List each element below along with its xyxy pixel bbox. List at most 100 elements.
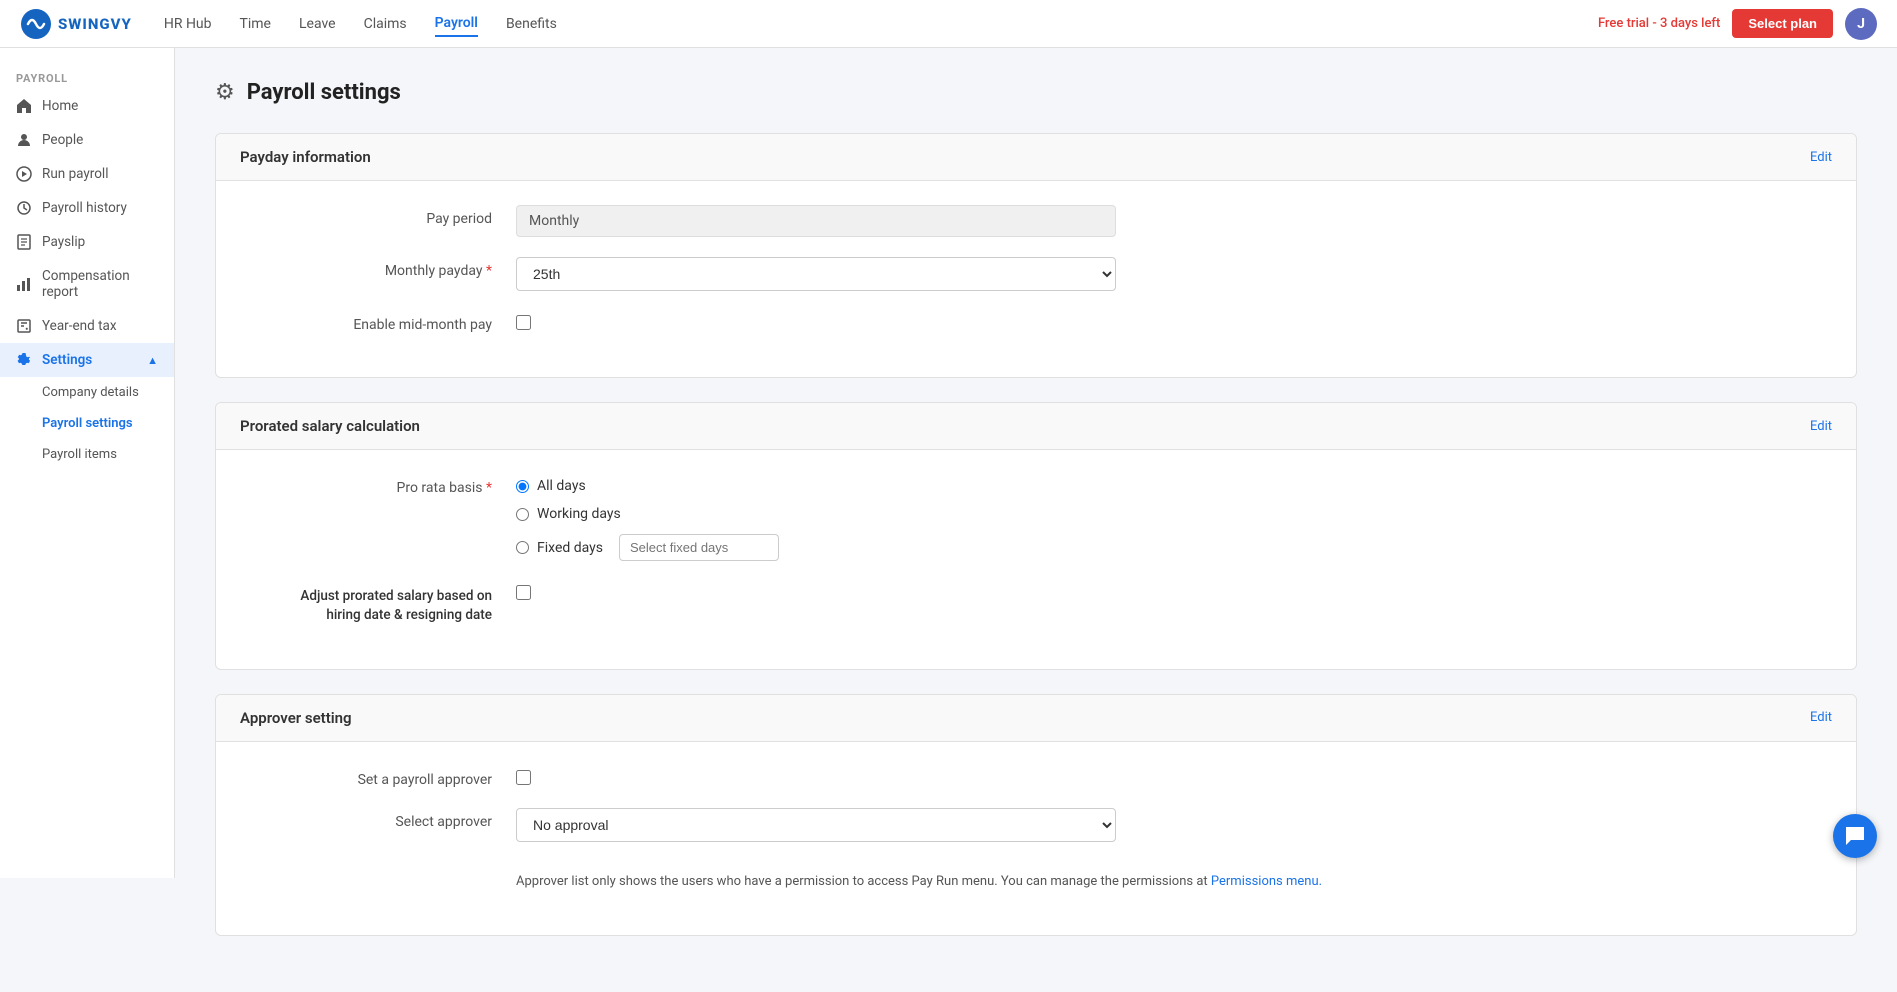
chevron-up-icon: ▲ <box>147 354 158 367</box>
approver-setting-card: Approver setting Edit Set a payroll appr… <box>215 694 1857 937</box>
sidebar-item-settings[interactable]: Settings ▲ <box>0 343 174 377</box>
adjust-prorated-checkbox[interactable] <box>516 585 531 600</box>
prorated-edit-link[interactable]: Edit <box>1810 419 1832 434</box>
sidebar-item-year-end-tax[interactable]: Year-end tax <box>0 309 174 343</box>
pro-rata-label: Pro rata basis * <box>256 474 516 496</box>
enable-mid-month-control <box>516 311 1816 330</box>
sidebar-item-payslip-label: Payslip <box>42 234 85 250</box>
nav-time[interactable]: Time <box>240 12 271 36</box>
monthly-payday-select[interactable]: 1st2nd3rd4th 5th10th15th20th 21st22nd23r… <box>516 257 1116 291</box>
nav-payroll[interactable]: Payroll <box>435 11 478 37</box>
sidebar-item-settings-label: Settings <box>42 352 92 368</box>
radio-working-days-label: Working days <box>537 506 621 522</box>
set-approver-checkbox[interactable] <box>516 770 531 785</box>
pay-period-label: Pay period <box>256 205 516 227</box>
monthly-payday-control: 1st2nd3rd4th 5th10th15th20th 21st22nd23r… <box>516 257 1816 291</box>
nav-claims[interactable]: Claims <box>364 12 407 36</box>
sidebar-item-payslip[interactable]: Payslip <box>0 225 174 259</box>
sidebar-item-payroll-history-label: Payroll history <box>42 200 127 216</box>
sidebar-item-run-payroll[interactable]: Run payroll <box>0 157 174 191</box>
chat-icon <box>1844 825 1866 847</box>
page-title-row: ⚙ Payroll settings <box>215 80 1857 105</box>
permissions-menu-link[interactable]: Permissions menu. <box>1211 874 1322 889</box>
sidebar-section-label: PAYROLL <box>0 64 174 89</box>
free-trial-text: Free trial - 3 days left <box>1598 16 1720 31</box>
sidebar-item-compensation-report[interactable]: Compensation report <box>0 259 174 309</box>
required-star: * <box>482 263 492 279</box>
adjust-prorated-row: Adjust prorated salary based onhiring da… <box>256 581 1816 625</box>
select-fixed-days-input[interactable] <box>619 534 779 561</box>
radio-fixed-days-row: Fixed days <box>516 534 1816 561</box>
sidebar: PAYROLL Home People Run payroll Payroll … <box>0 48 175 878</box>
sidebar-item-people[interactable]: People <box>0 123 174 157</box>
select-approver-select[interactable]: No approval <box>516 808 1116 842</box>
set-approver-label: Set a payroll approver <box>256 766 516 788</box>
radio-fixed-days-label: Fixed days <box>537 540 603 556</box>
pay-period-row: Pay period Monthly <box>256 205 1816 237</box>
logo-icon <box>20 8 52 40</box>
pro-rata-radio-group: All days Working days Fixed days <box>516 474 1816 561</box>
logo[interactable]: SWINGVY <box>20 8 132 40</box>
nav-benefits[interactable]: Benefits <box>506 12 557 36</box>
sidebar-item-home[interactable]: Home <box>0 89 174 123</box>
approver-edit-link[interactable]: Edit <box>1810 710 1832 725</box>
approver-note: Approver list only shows the users who h… <box>516 872 1816 892</box>
select-plan-button[interactable]: Select plan <box>1732 9 1833 38</box>
prorated-card-header: Prorated salary calculation Edit <box>216 403 1856 450</box>
nav-leave[interactable]: Leave <box>299 12 336 36</box>
enable-mid-month-label: Enable mid-month pay <box>256 311 516 333</box>
main-content: ⚙ Payroll settings Payday information Ed… <box>175 48 1897 992</box>
sidebar-sub-company-details[interactable]: Company details <box>42 377 174 408</box>
chat-support-button[interactable] <box>1833 814 1877 858</box>
prorated-card-title: Prorated salary calculation <box>240 417 420 435</box>
adjust-prorated-label: Adjust prorated salary based onhiring da… <box>256 581 516 625</box>
radio-all-days[interactable] <box>516 480 529 493</box>
enable-mid-month-row: Enable mid-month pay <box>256 311 1816 333</box>
user-avatar[interactable]: J <box>1845 8 1877 40</box>
sidebar-item-payroll-history[interactable]: Payroll history <box>0 191 174 225</box>
approver-note-row: Approver list only shows the users who h… <box>256 862 1816 892</box>
settings-page-icon: ⚙ <box>215 80 235 105</box>
radio-all-days-label: All days <box>537 478 586 494</box>
payday-card-body: Pay period Monthly Monthly payday * 1st2… <box>216 181 1856 377</box>
payday-edit-link[interactable]: Edit <box>1810 150 1832 165</box>
nav-hr-hub[interactable]: HR Hub <box>164 12 212 36</box>
run-payroll-icon <box>16 166 32 182</box>
payday-information-card: Payday information Edit Pay period Month… <box>215 133 1857 378</box>
approver-card-body: Set a payroll approver Select approver N… <box>216 742 1856 936</box>
nav-links: HR Hub Time Leave Claims Payroll Benefit… <box>164 11 1598 37</box>
person-icon <box>16 132 32 148</box>
approver-card-header: Approver setting Edit <box>216 695 1856 742</box>
clock-icon <box>16 200 32 216</box>
prorated-salary-card: Prorated salary calculation Edit Pro rat… <box>215 402 1857 670</box>
sidebar-item-compensation-label: Compensation report <box>42 268 158 300</box>
nav-right: Free trial - 3 days left Select plan J <box>1598 8 1877 40</box>
adjust-prorated-control <box>516 581 1816 600</box>
sidebar-item-home-label: Home <box>42 98 78 114</box>
radio-working-days[interactable] <box>516 508 529 521</box>
pro-rata-basis-row: Pro rata basis * All days Working days <box>256 474 1816 561</box>
sidebar-sub-payroll-items[interactable]: Payroll items <box>42 439 174 470</box>
payday-card-title: Payday information <box>240 148 371 166</box>
set-approver-row: Set a payroll approver <box>256 766 1816 788</box>
home-icon <box>16 98 32 114</box>
gear-icon <box>16 352 32 368</box>
sidebar-item-people-label: People <box>42 132 83 148</box>
sidebar-sub-payroll-settings[interactable]: Payroll settings <box>42 408 174 439</box>
sidebar-sub-items: Company details Payroll settings Payroll… <box>0 377 174 470</box>
app-layout: PAYROLL Home People Run payroll Payroll … <box>0 48 1897 992</box>
radio-fixed-days[interactable] <box>516 541 529 554</box>
sidebar-item-year-end-tax-label: Year-end tax <box>42 318 117 334</box>
monthly-payday-row: Monthly payday * 1st2nd3rd4th 5th10th15t… <box>256 257 1816 291</box>
enable-mid-month-checkbox[interactable] <box>516 315 531 330</box>
payday-card-header: Payday information Edit <box>216 134 1856 181</box>
prorated-card-body: Pro rata basis * All days Working days <box>216 450 1856 669</box>
sidebar-item-run-payroll-label: Run payroll <box>42 166 109 182</box>
select-approver-row: Select approver No approval <box>256 808 1816 842</box>
chart-icon <box>16 276 32 292</box>
page-title: Payroll settings <box>247 80 401 105</box>
pro-rata-required-star: * <box>482 480 492 496</box>
logo-text: SWINGVY <box>58 15 132 33</box>
approver-card-title: Approver setting <box>240 709 352 727</box>
payslip-icon <box>16 234 32 250</box>
